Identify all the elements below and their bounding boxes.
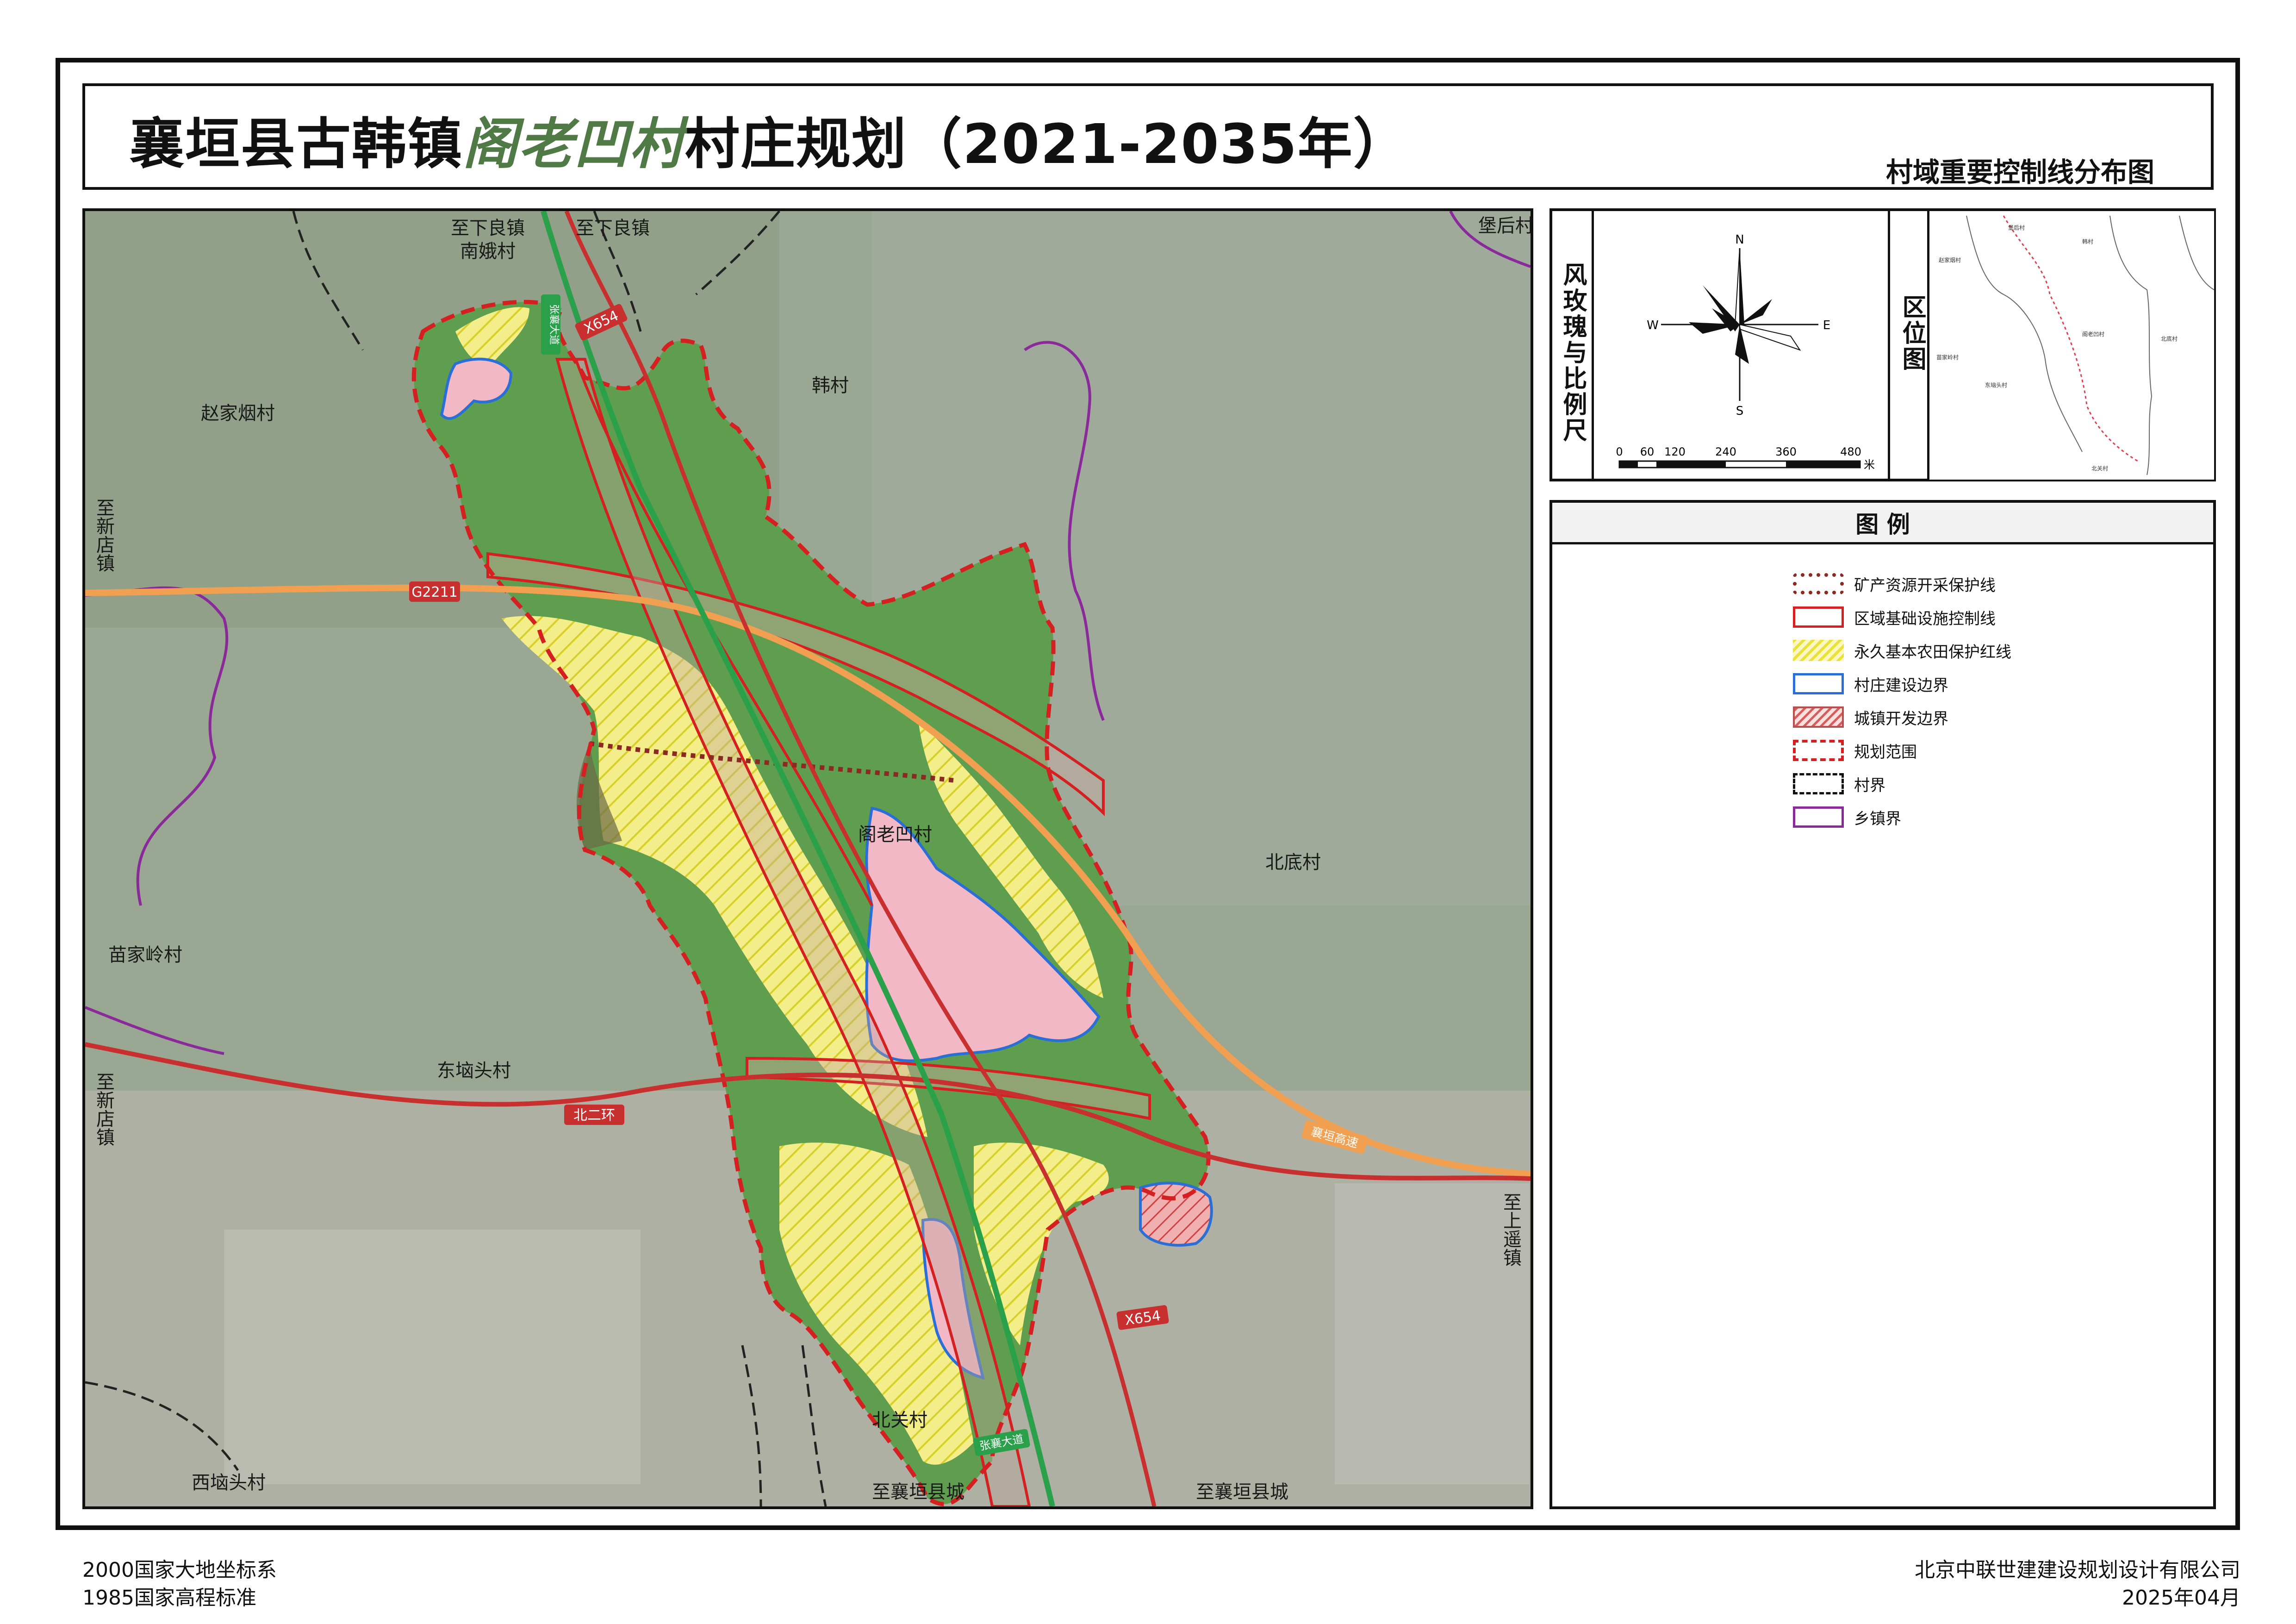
- legend-label-farmland: 永久基本农田保护红线: [1854, 643, 2011, 662]
- scale-tick-360: 360: [1775, 445, 1797, 458]
- scale-unit: 米: [1864, 458, 1875, 471]
- label-gelaowa-village: 阁老凹村: [858, 824, 932, 845]
- page-title: 襄垣县古韩镇阁老凹村村庄规划（2021-2035年）: [130, 100, 1409, 179]
- divider-1: [1592, 211, 1594, 479]
- compass-w: W: [1647, 319, 1659, 332]
- company-name: 北京中联世建建设规划设计有限公司: [1915, 1558, 2240, 1582]
- label-beidi-village: 北底村: [1265, 852, 1321, 873]
- legend-label-planning-scope: 规划范围: [1854, 743, 1917, 762]
- legend-symbol-village-build: [1793, 673, 1844, 694]
- legend-item-township-border: 乡镇界: [1793, 806, 1901, 829]
- label-han-village: 韩村: [812, 375, 849, 396]
- wind-rose: N S E W 0 60 120 240 360 480 米: [1616, 233, 1875, 471]
- label-to-xialiang-2: 至下良镇: [576, 218, 650, 239]
- label-zhaojiayan-village: 赵家烟村: [201, 403, 275, 424]
- legend-label-infrastructure: 区域基础设施控制线: [1854, 609, 1996, 628]
- legend-symbol-town-dev: [1793, 706, 1844, 728]
- title-village: 阁老凹村: [463, 112, 685, 176]
- legend-label-village-border: 村界: [1854, 776, 1885, 795]
- label-baohou-village: 堡后村: [1478, 215, 1531, 237]
- legend-panel: 图 例 矿产资源开采保护线 区域基础设施控制线 永久基本农田保护红线 村庄建设边…: [1549, 500, 2216, 1509]
- legend-item-village-build: 村庄建设边界: [1793, 672, 1948, 695]
- legend-symbol-mineral: [1793, 573, 1844, 594]
- divider-2: [1888, 211, 1890, 479]
- legend-symbol-village-border: [1793, 773, 1844, 794]
- compass-e: E: [1823, 319, 1830, 332]
- road-label-ring: 北二环: [573, 1107, 615, 1124]
- legend-symbol-infrastructure: [1793, 606, 1844, 628]
- location-label-zhaojiayan: 赵家烟村: [1939, 256, 1961, 263]
- label-to-xiangyuan-1: 至襄垣县城: [872, 1481, 964, 1503]
- location-label-dongnaotou: 东垴头村: [1985, 382, 2007, 388]
- location-label-baohou: 堡后村: [2008, 224, 2025, 231]
- coord-system: 2000国家大地坐标系: [82, 1558, 277, 1582]
- elevation-system: 1985国家高程标准: [82, 1586, 256, 1610]
- legend-symbol-planning-scope: [1793, 740, 1844, 761]
- compass-panel-title: 风玫瑰与比例尺: [1559, 262, 1587, 443]
- compass-n: N: [1735, 233, 1744, 247]
- compass-s: S: [1736, 404, 1744, 418]
- legend-label-village-build: 村庄建设边界: [1854, 676, 1948, 695]
- scale-tick-0: 0: [1616, 445, 1623, 458]
- location-map: 堡后村 韩村 赵家烟村 阁老凹村 北底村 苗家岭村 东垴头村 北关村: [1929, 211, 2214, 480]
- label-to-xialiang-1: 至下良镇: [451, 218, 525, 239]
- label-beiguan-village: 北关村: [872, 1410, 927, 1431]
- label-to-xiangyuan-2: 至襄垣县城: [1196, 1481, 1288, 1503]
- scale-tick-240: 240: [1715, 445, 1736, 458]
- legend-symbol-farmland: [1793, 640, 1844, 661]
- issue-date: 2025年04月: [2122, 1586, 2240, 1610]
- location-panel-title: 区位图: [1898, 294, 1926, 372]
- legend-label-mineral: 矿产资源开采保护线: [1854, 576, 1996, 595]
- label-miaojialing-village: 苗家岭村: [108, 944, 182, 966]
- urban-area-sw: [224, 1230, 641, 1484]
- location-label-beidi: 北底村: [2161, 335, 2178, 342]
- legend-item-planning-scope: 规划范围: [1793, 739, 1917, 762]
- legend-item-village-border: 村界: [1793, 772, 1885, 795]
- label-to-xindian-1: 至新店镇: [93, 498, 114, 572]
- label-to-xindian-2: 至新店镇: [93, 1072, 114, 1146]
- location-label-han: 韩村: [2082, 238, 2093, 245]
- title-prefix: 襄垣县古韩镇: [130, 112, 463, 176]
- map-subtitle: 村域重要控制线分布图: [1886, 156, 2155, 188]
- legend-label-township-border: 乡镇界: [1854, 809, 1901, 828]
- location-label-beiguan: 北关村: [2091, 465, 2108, 472]
- road-label-g2211: G2211: [411, 584, 458, 600]
- location-label-miaojialing: 苗家岭村: [1936, 354, 1959, 361]
- map-canvas[interactable]: G2211 X654 北二环 X654 张襄大道 张襄大道 襄垣高速 南娥村 韩…: [85, 211, 1531, 1506]
- label-dongnaotou-village: 东垴头村: [437, 1060, 511, 1081]
- legend-item-town-dev: 城镇开发边界: [1793, 706, 1948, 729]
- scale-tick-60: 60: [1640, 445, 1655, 458]
- scale-tick-480: 480: [1840, 445, 1861, 458]
- legend-item-mineral: 矿产资源开采保护线: [1793, 572, 1996, 595]
- legend-symbol-township-border: [1793, 806, 1844, 828]
- legend-label-town-dev: 城镇开发边界: [1854, 709, 1948, 728]
- legend-title: 图 例: [1552, 503, 2213, 544]
- title-suffix: 村庄规划（2021-2035年）: [685, 112, 1409, 176]
- scale-tick-120: 120: [1664, 445, 1686, 458]
- road-label-zhangxiang-north: 张襄大道: [548, 304, 560, 345]
- label-to-shangyao: 至上遥镇: [1500, 1193, 1521, 1267]
- label-xinaotou-village: 西垴头村: [192, 1472, 266, 1493]
- main-map[interactable]: G2211 X654 北二环 X654 张襄大道 张襄大道 襄垣高速 南娥村 韩…: [82, 208, 1533, 1509]
- label-nane-village: 南娥村: [460, 241, 516, 262]
- legend-item-farmland: 永久基本农田保护红线: [1793, 639, 2011, 662]
- legend-item-infrastructure: 区域基础设施控制线: [1793, 606, 1996, 629]
- compass-and-location-panel: 风玫瑰与比例尺 N S E W 0 60 120 240 360 480 米 区…: [1549, 208, 2216, 481]
- location-label-gelaowa: 阁老凹村: [2082, 331, 2104, 337]
